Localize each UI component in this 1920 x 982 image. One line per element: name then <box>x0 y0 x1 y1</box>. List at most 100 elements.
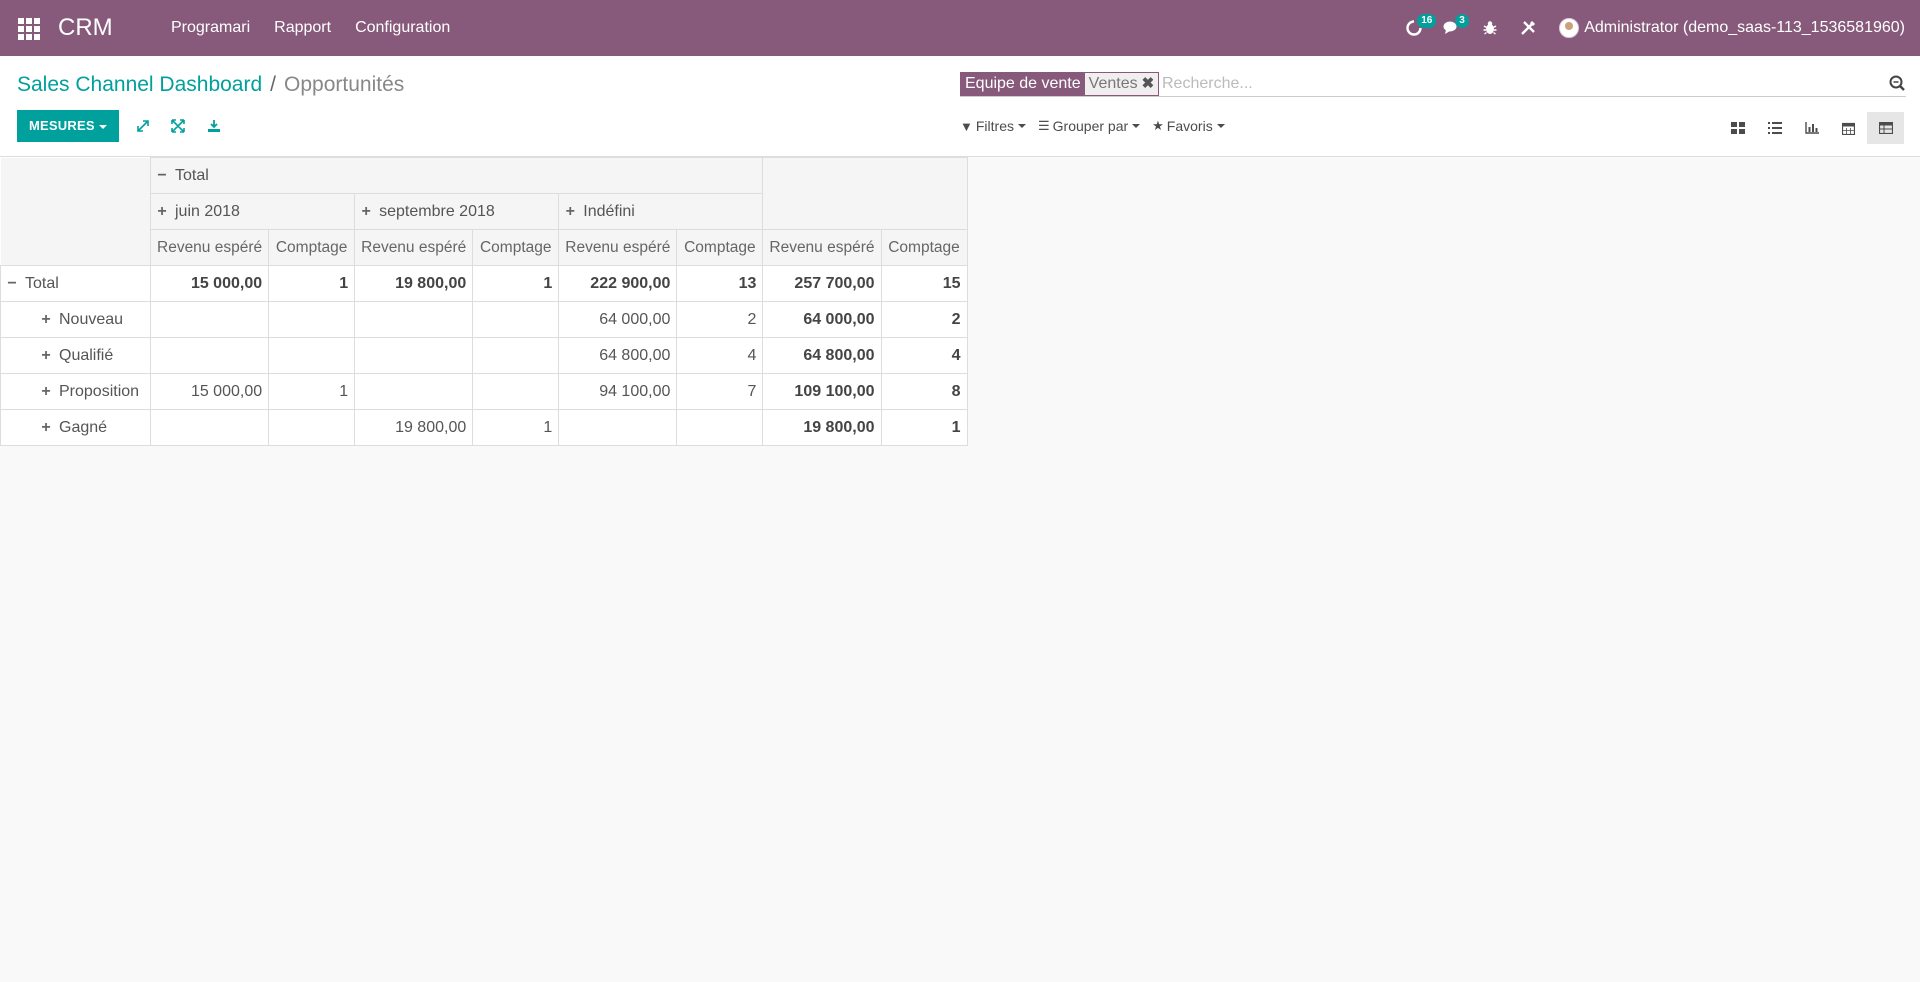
pivot-cell[interactable]: 1 <box>472 265 560 302</box>
main-menu: Programari Rapport Configuration <box>171 0 474 56</box>
pivot-cell[interactable]: 15 <box>880 265 968 302</box>
pivot-cell[interactable]: 19 800,00 <box>354 409 474 446</box>
pivot-cell[interactable]: 1 <box>268 265 356 302</box>
col-header-total[interactable]: − Total <box>149 157 764 194</box>
pivot-cell[interactable]: 15 000,00 <box>149 373 270 410</box>
close-icon[interactable]: ✖ <box>1142 73 1155 95</box>
pivot-cell[interactable] <box>149 301 270 338</box>
menu-item-programari[interactable]: Programari <box>171 0 262 56</box>
activities-button[interactable]: 16 <box>1395 0 1437 56</box>
row-header-total[interactable]: − Total <box>0 265 151 302</box>
search-input[interactable] <box>1160 72 1844 96</box>
view-list-button[interactable] <box>1756 112 1793 144</box>
pivot-cell[interactable] <box>558 409 678 446</box>
pivot-cell[interactable] <box>149 409 270 446</box>
pivot-cell[interactable]: 1 <box>268 373 356 410</box>
debug-button[interactable] <box>1471 0 1509 56</box>
pivot-cell[interactable] <box>268 409 356 446</box>
pivot-cell[interactable] <box>472 373 560 410</box>
row-header[interactable]: + Nouveau <box>0 301 151 338</box>
row-header[interactable]: + Gagné <box>0 409 151 446</box>
pivot-cell[interactable] <box>472 337 560 374</box>
row-header-label: Nouveau <box>59 310 124 328</box>
measure-header[interactable]: Revenu espéré <box>558 229 678 266</box>
measure-header[interactable]: Revenu espéré <box>354 229 474 266</box>
star-icon: ★ <box>1152 118 1164 133</box>
pivot-cell[interactable] <box>354 373 474 410</box>
menu-item-rapport[interactable]: Rapport <box>274 0 343 56</box>
pivot-cell[interactable]: 64 800,00 <box>558 337 678 374</box>
download-icon <box>208 120 220 132</box>
tools-button[interactable] <box>1509 0 1547 56</box>
table-row: + Qualifié 64 800,00 4 64 800,00 4 <box>0 337 968 374</box>
pivot-cell[interactable]: 64 000,00 <box>762 301 882 338</box>
pivot-cell[interactable]: 19 800,00 <box>354 265 474 302</box>
measure-header[interactable]: Comptage <box>676 229 764 266</box>
measure-header[interactable]: Comptage <box>472 229 560 266</box>
pivot-cell[interactable]: 15 000,00 <box>149 265 270 302</box>
col-header-group[interactable]: + juin 2018 <box>149 193 356 230</box>
row-header[interactable]: + Proposition <box>0 373 151 410</box>
groupby-dropdown[interactable]: ☰ Grouper par <box>1038 118 1141 134</box>
pivot-cell[interactable]: 7 <box>676 373 764 410</box>
download-button[interactable] <box>204 116 224 136</box>
measure-header[interactable]: Revenu espéré <box>149 229 270 266</box>
kanban-icon <box>1730 122 1745 134</box>
table-row: + Nouveau 64 000,00 2 64 000,00 2 <box>0 301 968 338</box>
pivot-cell[interactable]: 94 100,00 <box>558 373 678 410</box>
search-icon[interactable] <box>1888 74 1906 92</box>
measure-header[interactable]: Comptage <box>880 229 968 266</box>
pivot-cell[interactable] <box>149 337 270 374</box>
plus-icon: + <box>361 202 371 220</box>
pivot-cell[interactable]: 2 <box>880 301 968 338</box>
user-menu[interactable]: Administrator (demo_saas-113_1536581960) <box>1559 18 1905 38</box>
view-graph-button[interactable] <box>1793 112 1830 144</box>
row-header[interactable]: + Qualifié <box>0 337 151 374</box>
pivot-cell[interactable]: 64 000,00 <box>558 301 678 338</box>
minus-icon: − <box>7 274 17 292</box>
pivot-cell[interactable]: 4 <box>880 337 968 374</box>
expand-all-button[interactable] <box>168 116 188 136</box>
menu-item-configuration[interactable]: Configuration <box>355 0 462 56</box>
pivot-cell[interactable] <box>354 301 474 338</box>
apps-menu-icon[interactable] <box>18 18 40 40</box>
favorites-dropdown[interactable]: ★ Favoris <box>1152 118 1225 134</box>
pivot-cell[interactable]: 19 800,00 <box>762 409 882 446</box>
pivot-cell[interactable] <box>472 301 560 338</box>
pivot-cell[interactable]: 4 <box>676 337 764 374</box>
measures-button[interactable]: MESURES <box>17 110 119 142</box>
measure-header[interactable]: Comptage <box>268 229 356 266</box>
view-kanban-button[interactable] <box>1719 112 1756 144</box>
plus-icon: + <box>41 382 51 400</box>
plus-icon: + <box>41 346 51 364</box>
view-pivot-button[interactable] <box>1867 112 1904 144</box>
measures-label: MESURES <box>29 118 95 133</box>
measure-header[interactable]: Revenu espéré <box>762 229 882 266</box>
breadcrumb: Sales Channel Dashboard / Opportunités <box>17 70 404 100</box>
pivot-cell[interactable] <box>354 337 474 374</box>
messages-button[interactable]: 3 <box>1433 0 1471 56</box>
pivot-cell[interactable]: 8 <box>880 373 968 410</box>
pivot-cell[interactable]: 1 <box>880 409 968 446</box>
plus-icon: + <box>157 202 167 220</box>
pivot-cell[interactable]: 222 900,00 <box>558 265 678 302</box>
pivot-cell[interactable]: 257 700,00 <box>762 265 882 302</box>
table-row: + Gagné 19 800,00 1 19 800,00 1 <box>0 409 968 446</box>
app-brand: CRM <box>58 14 113 41</box>
calendar-icon <box>1842 122 1855 135</box>
pivot-cell[interactable] <box>676 409 764 446</box>
col-header-group[interactable]: + Indéfini <box>558 193 764 230</box>
pivot-cell[interactable] <box>268 301 356 338</box>
col-header-group[interactable]: + septembre 2018 <box>354 193 560 230</box>
pivot-cell[interactable]: 2 <box>676 301 764 338</box>
pivot-cell[interactable]: 64 800,00 <box>762 337 882 374</box>
pivot-cell[interactable]: 13 <box>676 265 764 302</box>
pivot-cell[interactable]: 109 100,00 <box>762 373 882 410</box>
pivot-cell[interactable] <box>268 337 356 374</box>
view-calendar-button[interactable] <box>1830 112 1867 144</box>
breadcrumb-parent[interactable]: Sales Channel Dashboard <box>17 73 262 96</box>
filters-dropdown[interactable]: ▼ Filtres <box>960 118 1026 134</box>
flip-axis-button[interactable] <box>133 116 153 136</box>
row-header-label: Gagné <box>59 418 108 436</box>
pivot-cell[interactable]: 1 <box>472 409 560 446</box>
